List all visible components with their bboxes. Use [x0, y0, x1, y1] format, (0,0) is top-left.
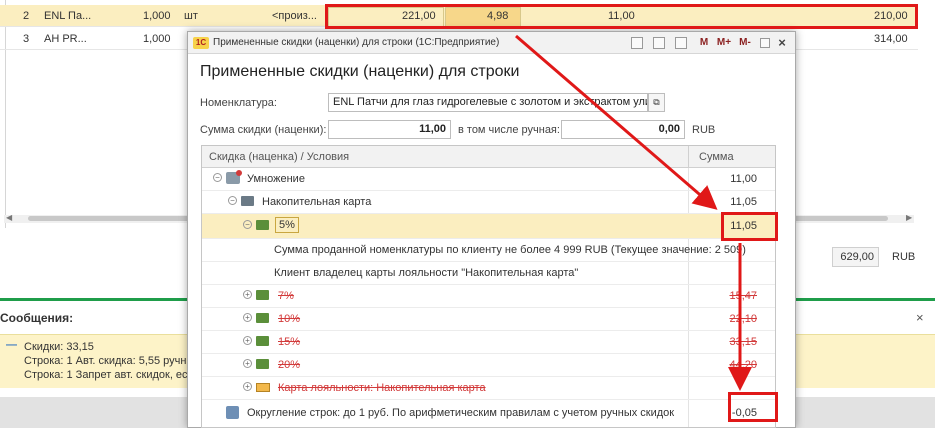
tree-row[interactable]: + 20% 44,20: [202, 354, 775, 377]
folder-icon: [241, 196, 254, 206]
tree-row-label: Карта лояльности: Накопительная карта: [278, 382, 486, 394]
tree-row[interactable]: + 15% 33,15: [202, 331, 775, 354]
expand-icon[interactable]: +: [243, 336, 252, 345]
tree-row-label: Сумма проданной номенклатуры по клиенту …: [274, 244, 746, 256]
discount-sum-label: Сумма скидки (наценки):: [200, 124, 327, 136]
messages-close-icon[interactable]: ×: [916, 310, 924, 325]
grid-header: Скидка (наценка) / Условия Сумма: [202, 146, 775, 168]
rounding-icon: [226, 406, 239, 419]
tree-row-sum: 22,10: [729, 313, 757, 325]
message-collapse-icon[interactable]: —: [6, 339, 17, 351]
row-name: ENL Па...: [44, 10, 92, 22]
expand-icon[interactable]: +: [243, 382, 252, 391]
tree-row-condition[interactable]: Сумма проданной номенклатуры по клиенту …: [202, 239, 775, 262]
tree-row[interactable]: + 10% 22,10: [202, 308, 775, 331]
row-type: <произ...: [272, 10, 317, 22]
tree-row-sum: 11,00: [730, 173, 757, 185]
collapse-icon[interactable]: −: [213, 173, 222, 182]
expand-icon[interactable]: +: [243, 290, 252, 299]
tree-row-label: Округление строк: до 1 руб. По арифметич…: [247, 407, 675, 419]
tree-row-label: 15%: [278, 336, 301, 348]
messages-title: Сообщения:: [0, 311, 74, 325]
column-header-sum[interactable]: Сумма: [699, 151, 734, 163]
expand-icon[interactable]: +: [243, 359, 252, 368]
tree-row-sum: 33,15: [729, 336, 757, 348]
tree-row[interactable]: + 7% 15,47: [202, 285, 775, 308]
message-line: Строка: 1 Запрет авт. скидок, есл: [24, 369, 194, 381]
tree-row-label: 10%: [278, 313, 301, 325]
tree-row-sum: 15,47: [729, 290, 757, 302]
tree-row-label: Клиент владелец карты лояльности "Накопи…: [274, 267, 579, 279]
row-number: 3: [23, 33, 30, 45]
tree-row-condition[interactable]: Клиент владелец карты лояльности "Накопи…: [202, 262, 775, 285]
annotation-box-sum: [721, 212, 778, 241]
discount-sum-field[interactable]: 11,00: [328, 120, 451, 139]
collapse-icon[interactable]: −: [228, 196, 237, 205]
folder-green-icon: [256, 290, 269, 300]
scroll-right-arrow[interactable]: ▶: [906, 213, 912, 222]
message-line: Скидки: 33,15: [24, 341, 94, 353]
folder-green-icon: [256, 359, 269, 369]
tree-row-label: 7%: [278, 290, 294, 302]
maximize-icon[interactable]: [760, 38, 770, 48]
nomenclature-field[interactable]: ENL Патчи для глаз гидрогелевые с золото…: [328, 93, 648, 112]
row-number: 2: [23, 10, 30, 22]
folder-green-icon: [256, 336, 269, 346]
collapse-icon[interactable]: −: [243, 220, 252, 229]
column-header-discount[interactable]: Скидка (наценка) / Условия: [209, 151, 349, 163]
tree-row-selected[interactable]: − 5% 11,05: [202, 214, 775, 239]
tree-row-sum: 11,05: [730, 196, 757, 208]
tree-row-label: 5%: [275, 217, 299, 233]
nomenclature-label: Номенклатура:: [200, 97, 277, 109]
dialog-titlebar[interactable]: 1С Примененные скидки (наценки) для стро…: [188, 32, 795, 54]
multiply-icon: [226, 170, 242, 184]
row-unit: шт: [184, 10, 198, 22]
manual-discount-field[interactable]: 0,00: [561, 120, 685, 139]
print-icon[interactable]: [631, 37, 643, 49]
row-name: AH PR...: [44, 33, 87, 45]
currency-label: RUB: [692, 124, 716, 136]
row-quantity: 1,000: [143, 33, 171, 45]
message-line: Строка: 1 Авт. скидка: 5,55 ручна: [24, 355, 193, 367]
memory-plus-button[interactable]: M+: [715, 36, 733, 50]
tree-row[interactable]: − Умножение 11,00: [202, 168, 775, 191]
row-quantity: 1,000: [143, 10, 171, 22]
discounts-tree-grid: Скидка (наценка) / Условия Сумма − Умнож…: [201, 145, 776, 428]
discounts-dialog: 1С Примененные скидки (наценки) для стро…: [187, 31, 796, 428]
dialog-window-title: Примененные скидки (наценки) для строки …: [213, 37, 500, 48]
dialog-close-icon[interactable]: ×: [776, 36, 788, 50]
row-total: 314,00: [874, 33, 908, 45]
scroll-left-arrow[interactable]: ◀: [6, 213, 12, 222]
folder-green-icon: [256, 220, 269, 230]
open-nomenclature-button[interactable]: ⧉: [648, 93, 665, 112]
dialog-heading: Примененные скидки (наценки) для строки: [200, 63, 520, 80]
tree-row-label: 20%: [278, 359, 301, 371]
tree-row-sum: 44,20: [729, 359, 757, 371]
memory-m-button[interactable]: M: [698, 36, 710, 50]
folder-green-icon: [256, 313, 269, 323]
expand-icon[interactable]: +: [243, 313, 252, 322]
tree-row[interactable]: − Накопительная карта 11,05: [202, 191, 775, 214]
tree-row-label: Накопительная карта: [262, 196, 372, 208]
table-icon[interactable]: [653, 37, 665, 49]
app-logo-icon: 1С: [193, 37, 209, 49]
column-separator: [688, 146, 689, 168]
tree-row-label: Умножение: [247, 173, 305, 185]
loyalty-card-icon: [256, 383, 270, 392]
annotation-box-rounding: [728, 392, 778, 422]
document-total: 629,00: [832, 247, 879, 267]
document-currency: RUB: [892, 251, 916, 263]
tree-row[interactable]: + Карта лояльности: Накопительная карта: [202, 377, 775, 400]
manual-discount-label: в том числе ручная:: [458, 124, 560, 136]
tree-row[interactable]: Округление строк: до 1 руб. По арифметич…: [202, 400, 775, 423]
calendar-icon[interactable]: [675, 37, 687, 49]
annotation-box-row: [325, 4, 918, 29]
memory-minus-button[interactable]: M-: [736, 36, 754, 50]
